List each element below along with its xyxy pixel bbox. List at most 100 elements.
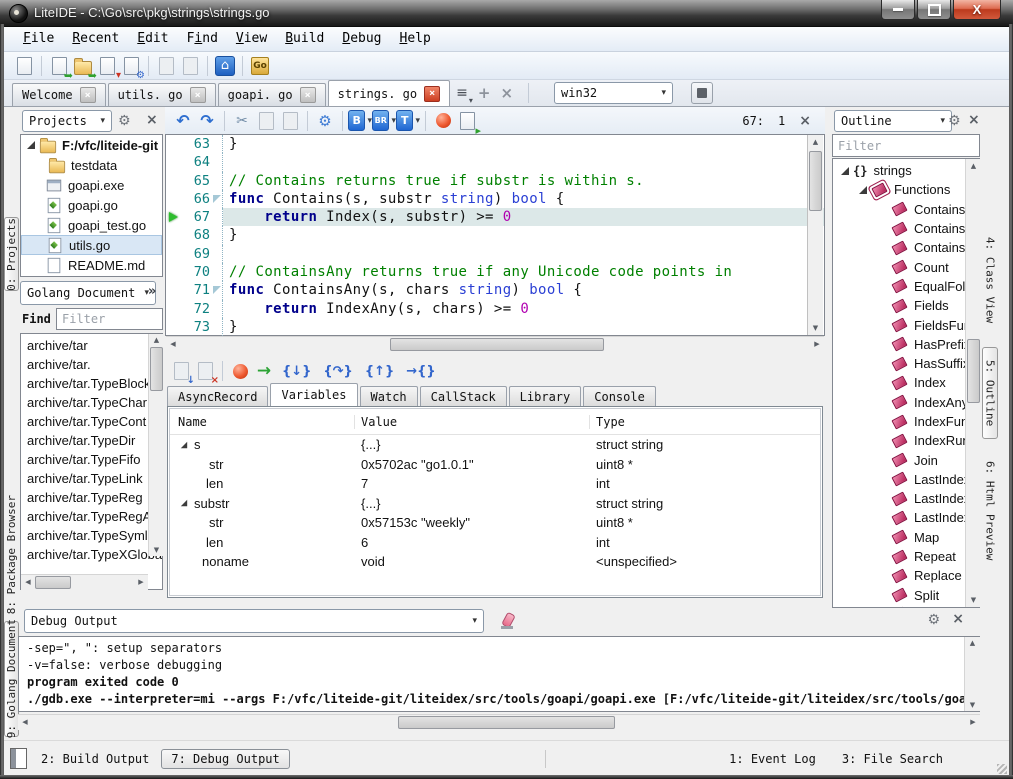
- code-line[interactable]: 70// ContainsAny returns true if any Uni…: [166, 263, 824, 281]
- find-filter-input[interactable]: [56, 308, 163, 330]
- menu-item[interactable]: Find: [178, 28, 227, 49]
- code-line[interactable]: 71func ContainsAny(s, chars string) bool…: [166, 281, 824, 299]
- document-tab[interactable]: utils. go ×: [108, 83, 216, 106]
- outline-item[interactable]: Fields: [833, 296, 979, 315]
- tree-row[interactable]: utils.go: [21, 235, 162, 255]
- editor-hscrollbar[interactable]: ◀ ▶: [166, 336, 824, 352]
- env-edit-button[interactable]: [691, 82, 713, 104]
- table-row[interactable]: s {...} struct string: [170, 435, 820, 455]
- close-editor-icon[interactable]: ×: [500, 84, 513, 102]
- document-tab[interactable]: Welcome ×: [12, 83, 106, 106]
- document-tab[interactable]: strings. go ×: [328, 80, 450, 106]
- list-item[interactable]: archive/tar.TypeRegA: [21, 507, 162, 526]
- debug-tab[interactable]: Watch: [360, 386, 418, 406]
- list-item[interactable]: archive/tar.TypeChar: [21, 393, 162, 412]
- step-out-icon[interactable]: {↑}: [365, 364, 394, 379]
- clear-output-icon[interactable]: [500, 613, 516, 629]
- outline-item[interactable]: Functions: [833, 180, 979, 199]
- tab-list-icon[interactable]: ≡▾: [456, 85, 468, 101]
- debug-tab[interactable]: AsyncRecord: [167, 386, 268, 406]
- menu-item[interactable]: View: [227, 28, 276, 49]
- list-item[interactable]: archive/tar.TypeSymlink: [21, 526, 162, 545]
- expander-icon[interactable]: [27, 141, 35, 149]
- output-gear-icon[interactable]: ⚙: [927, 612, 940, 628]
- save-file-icon[interactable]: ▾: [95, 54, 119, 78]
- maximize-button[interactable]: [917, 0, 951, 20]
- output-hscrollbar[interactable]: ◀ ▶: [18, 714, 980, 730]
- list-item[interactable]: archive/tar.TypeBlock: [21, 374, 162, 393]
- outline-item[interactable]: Join: [833, 450, 979, 469]
- code-line[interactable]: 65// Contains returns true if substr is …: [166, 172, 824, 190]
- outline-filter-input[interactable]: [832, 134, 980, 157]
- projects-combo[interactable]: Projects ▾: [22, 110, 112, 132]
- paste-icon[interactable]: [278, 109, 302, 133]
- save-all-icon[interactable]: ⚙: [119, 54, 143, 78]
- tree-row[interactable]: goapi_test.go: [21, 215, 162, 235]
- outline-item[interactable]: Repeat: [833, 547, 979, 566]
- clear-log-icon[interactable]: ×: [193, 359, 217, 383]
- tree-row[interactable]: goapi.go: [21, 195, 162, 215]
- table-row[interactable]: str 0x57153c "weekly" uint8 *: [170, 513, 820, 533]
- open-folder-icon[interactable]: ➥: [71, 54, 95, 78]
- home-icon[interactable]: ⌂: [213, 54, 237, 78]
- table-header[interactable]: Name Value Type: [170, 409, 820, 435]
- dock-tab[interactable]: 9: Golang Document: [4, 621, 19, 737]
- table-row[interactable]: len 7 int: [170, 474, 820, 494]
- expander-icon[interactable]: [841, 167, 849, 175]
- target-combo[interactable]: win32 ▾: [554, 82, 673, 104]
- step-over-icon[interactable]: {↷}: [323, 364, 352, 379]
- list-item[interactable]: archive/tar: [21, 336, 162, 355]
- open-file-icon[interactable]: ➥: [47, 54, 71, 78]
- outline-item[interactable]: IndexFunc: [833, 412, 979, 431]
- build-config-gear-icon[interactable]: ⚙: [313, 109, 337, 133]
- build-button[interactable]: B▾: [348, 109, 372, 133]
- outline-item[interactable]: {} strings: [833, 161, 979, 180]
- tab-close-icon[interactable]: ×: [300, 87, 316, 103]
- document-tab[interactable]: goapi. go ×: [218, 83, 326, 106]
- gutter[interactable]: 66: [166, 190, 223, 208]
- menu-item[interactable]: Edit: [128, 28, 177, 49]
- output-combo[interactable]: Debug Output ▾: [24, 609, 484, 633]
- cut-icon[interactable]: ✂: [230, 109, 254, 133]
- split-add-icon[interactable]: +: [478, 84, 491, 102]
- gutter[interactable]: 69: [166, 245, 223, 263]
- code-editor[interactable]: 63}6465// Contains returns true if subst…: [165, 134, 825, 336]
- menu-item[interactable]: Recent: [63, 28, 128, 49]
- undo-icon[interactable]: ↶: [171, 109, 195, 133]
- insert-log-icon[interactable]: ↓: [169, 359, 193, 383]
- minimize-button[interactable]: [881, 0, 915, 20]
- outline-item[interactable]: EqualFold: [833, 277, 979, 296]
- debug-tab[interactable]: Variables: [270, 383, 357, 406]
- more-button[interactable]: »: [148, 284, 156, 299]
- code-line[interactable]: 73}: [166, 318, 824, 336]
- gutter[interactable]: 67: [166, 208, 223, 226]
- menu-item[interactable]: Help: [391, 28, 440, 49]
- tab-close-icon[interactable]: ×: [80, 87, 96, 103]
- tree-row[interactable]: README.md: [21, 255, 162, 275]
- tree-row[interactable]: goapi.exe: [21, 175, 162, 195]
- outline-close-icon[interactable]: ×: [968, 112, 980, 128]
- debug-tab[interactable]: Library: [509, 386, 582, 406]
- output-close-icon[interactable]: ×: [952, 611, 964, 627]
- dock-tab[interactable]: 8: Package Browser: [4, 491, 19, 619]
- redo-icon[interactable]: ↷: [195, 109, 219, 133]
- file-search-toggle[interactable]: 3: File Search: [842, 752, 943, 766]
- column-name[interactable]: Name: [170, 415, 355, 429]
- dock-tab[interactable]: 6: Html Preview: [982, 443, 998, 579]
- stop-debug-icon[interactable]: [431, 109, 455, 133]
- outline-item[interactable]: ContainsRune: [833, 238, 979, 257]
- close-file-icon[interactable]: [178, 54, 202, 78]
- gutter[interactable]: 72: [166, 300, 223, 318]
- list-item[interactable]: archive/tar.TypeReg: [21, 488, 162, 507]
- outline-item[interactable]: Index: [833, 373, 979, 392]
- build-run-button[interactable]: BR▾: [372, 109, 396, 133]
- expander-icon[interactable]: [181, 442, 187, 448]
- outline-item[interactable]: LastIndexAny: [833, 489, 979, 508]
- outline-combo[interactable]: Outline ▾: [834, 110, 952, 132]
- table-row[interactable]: str 0x5702ac "go1.0.1" uint8 *: [170, 455, 820, 475]
- debug-output-console[interactable]: -sep=", ": setup separators -v=false: ve…: [18, 636, 980, 712]
- outline-gear-icon[interactable]: ⚙: [948, 113, 961, 129]
- debug-tab[interactable]: CallStack: [420, 386, 507, 406]
- outline-item[interactable]: ContainsAny: [833, 219, 979, 238]
- menu-item[interactable]: Build: [276, 28, 333, 49]
